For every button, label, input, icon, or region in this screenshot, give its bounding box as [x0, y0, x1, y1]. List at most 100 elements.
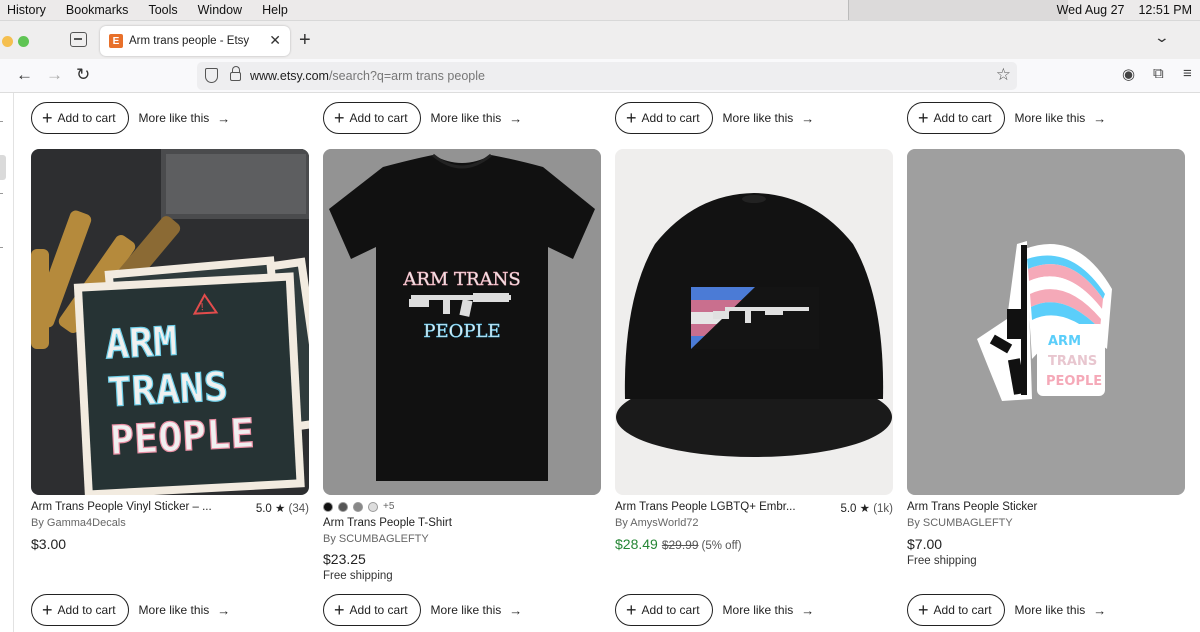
seller-name[interactable]: By SCUMBAGLEFTY	[323, 533, 429, 545]
listing-rating: 5.0 ★ (1k)	[840, 501, 893, 515]
more-like-this-link[interactable]: More like this →	[1015, 603, 1107, 618]
tracking-protection-shield-icon[interactable]	[205, 68, 218, 83]
color-swatch[interactable]	[338, 501, 348, 512]
add-to-cart-label: Add to cart	[57, 111, 116, 125]
sidebar-tick	[0, 193, 3, 194]
add-to-cart-button[interactable]: + Add to cart	[31, 102, 129, 134]
add-to-cart-label: Add to cart	[349, 111, 408, 125]
seller-name[interactable]: By Gamma4Decals	[31, 517, 126, 529]
menu-tools[interactable]: Tools	[148, 3, 177, 17]
listing-image[interactable]	[615, 149, 893, 495]
close-tab-icon[interactable]: ✕	[269, 32, 281, 49]
listing-image[interactable]: ! ARM TRANS PEOPLE	[31, 149, 309, 495]
plus-icon: +	[334, 108, 345, 128]
add-to-cart-label: Add to cart	[349, 603, 408, 617]
list-all-tabs-chevron-icon[interactable]: ⌄	[1154, 29, 1170, 46]
secure-lock-icon[interactable]	[230, 66, 241, 81]
listing-price: $23.25	[323, 551, 366, 567]
menu-hamburger-icon[interactable]: ≡	[1183, 65, 1192, 82]
add-to-cart-label: Add to cart	[641, 603, 700, 617]
add-to-cart-label: Add to cart	[641, 111, 700, 125]
listing-price: $7.00	[907, 536, 943, 552]
sticker-text-line: ARM	[1048, 334, 1081, 349]
address-bar[interactable]: www.etsy.com/search?q=arm trans people ☆	[197, 62, 1017, 90]
minimize-window-button[interactable]	[2, 36, 13, 47]
tab-etsy[interactable]: E Arm trans people - Etsy ✕	[100, 26, 290, 56]
more-like-this-link[interactable]: More like this →	[139, 111, 231, 126]
listing-title[interactable]: Arm Trans People Sticker	[907, 501, 1037, 513]
listing-title[interactable]: Arm Trans People LGBTQ+ Embr...	[615, 501, 796, 513]
listing-card: + Add to cart More like this →	[907, 93, 1185, 632]
extensions-icon[interactable]: ⧉	[1153, 65, 1164, 82]
menu-window[interactable]: Window	[198, 3, 242, 17]
zoom-window-button[interactable]	[18, 36, 29, 47]
listing-actions-bottom: + Add to cart More like this →	[31, 594, 309, 626]
star-icon: ★	[859, 503, 870, 515]
search-results-grid: + Add to cart More like this → ! ARM TRA…	[15, 93, 1200, 632]
bookmark-star-icon[interactable]: ☆	[996, 65, 1011, 85]
listing-image[interactable]: ARM TRANS PEOPLE	[323, 149, 601, 495]
plus-icon: +	[918, 108, 929, 128]
more-like-this-link[interactable]: More like this →	[431, 603, 523, 618]
plus-icon: +	[626, 600, 637, 620]
plus-icon: +	[334, 600, 345, 620]
url-host: www.etsy.com	[250, 69, 329, 83]
color-swatch[interactable]	[323, 501, 333, 512]
shirt-text-line: PEOPLE	[423, 321, 500, 342]
color-swatch[interactable]	[368, 501, 378, 512]
listing-title[interactable]: Arm Trans People T-Shirt	[323, 517, 452, 529]
account-icon[interactable]: ◉	[1122, 65, 1135, 83]
menu-bar-date[interactable]: Wed Aug 27	[1057, 3, 1125, 17]
tab-strip: E Arm trans people - Etsy ✕ + ⌄	[0, 20, 1200, 59]
listing-actions-top: + Add to cart More like this →	[31, 102, 309, 134]
add-to-cart-button[interactable]: + Add to cart	[31, 594, 129, 626]
menu-help[interactable]: Help	[262, 3, 288, 17]
url-text[interactable]: www.etsy.com/search?q=arm trans people	[250, 69, 485, 83]
add-to-cart-button[interactable]: + Add to cart	[907, 594, 1005, 626]
color-swatches: +5	[323, 501, 394, 512]
listing-card: + Add to cart More like this →	[615, 93, 893, 632]
seller-name[interactable]: By AmysWorld72	[615, 517, 699, 529]
more-like-this-label: More like this	[722, 603, 794, 617]
add-to-cart-button[interactable]: + Add to cart	[615, 594, 713, 626]
add-to-cart-button[interactable]: + Add to cart	[323, 102, 421, 134]
listing-image[interactable]: ARM TRANS PEOPLE	[907, 149, 1185, 495]
reload-icon[interactable]: ↻	[76, 65, 90, 85]
new-tab-button[interactable]: +	[299, 29, 311, 52]
menu-bookmarks[interactable]: Bookmarks	[66, 3, 129, 17]
shirt-text-line: ARM TRANS	[402, 269, 520, 290]
more-like-this-link[interactable]: More like this →	[139, 603, 231, 618]
listing-actions-bottom: + Add to cart More like this →	[907, 594, 1185, 626]
arrow-right-icon: →	[509, 602, 523, 618]
listing-title[interactable]: Arm Trans People Vinyl Sticker – ...	[31, 501, 212, 513]
review-count: (1k)	[873, 503, 893, 515]
more-like-this-label: More like this	[138, 111, 210, 125]
menu-bar: History Bookmarks Tools Window Help Wed …	[0, 0, 1200, 20]
more-like-this-link[interactable]: More like this →	[723, 111, 815, 126]
more-like-this-link[interactable]: More like this →	[431, 111, 523, 126]
sidebar-handle[interactable]	[0, 155, 6, 180]
menu-history[interactable]: History	[7, 3, 46, 17]
tab-overview-icon[interactable]	[70, 32, 87, 47]
svg-text:!: !	[200, 302, 205, 313]
sticker-text-line: PEOPLE	[109, 411, 256, 464]
more-like-this-link[interactable]: More like this →	[723, 603, 815, 618]
add-to-cart-button[interactable]: + Add to cart	[615, 102, 713, 134]
add-to-cart-button[interactable]: + Add to cart	[907, 102, 1005, 134]
sidebar-tick	[0, 121, 3, 122]
seller-name[interactable]: By SCUMBAGLEFTY	[907, 517, 1013, 529]
menu-bar-time[interactable]: 12:51 PM	[1138, 3, 1192, 17]
arrow-right-icon: →	[801, 602, 815, 618]
more-like-this-link[interactable]: More like this →	[1015, 111, 1107, 126]
add-to-cart-button[interactable]: + Add to cart	[323, 594, 421, 626]
listing-rating: 5.0 ★ (34)	[256, 501, 309, 515]
shipping-info: Free shipping	[907, 555, 977, 567]
plus-icon: +	[42, 600, 53, 620]
arrow-right-icon: →	[801, 110, 815, 126]
sticker-text-line: TRANS	[106, 364, 229, 416]
back-arrow-icon[interactable]: ←	[16, 65, 33, 85]
listing-price: $3.00	[31, 536, 67, 552]
color-swatch[interactable]	[353, 501, 363, 512]
forward-arrow-icon[interactable]: →	[46, 65, 63, 85]
sale-price: $28.49	[615, 536, 658, 552]
